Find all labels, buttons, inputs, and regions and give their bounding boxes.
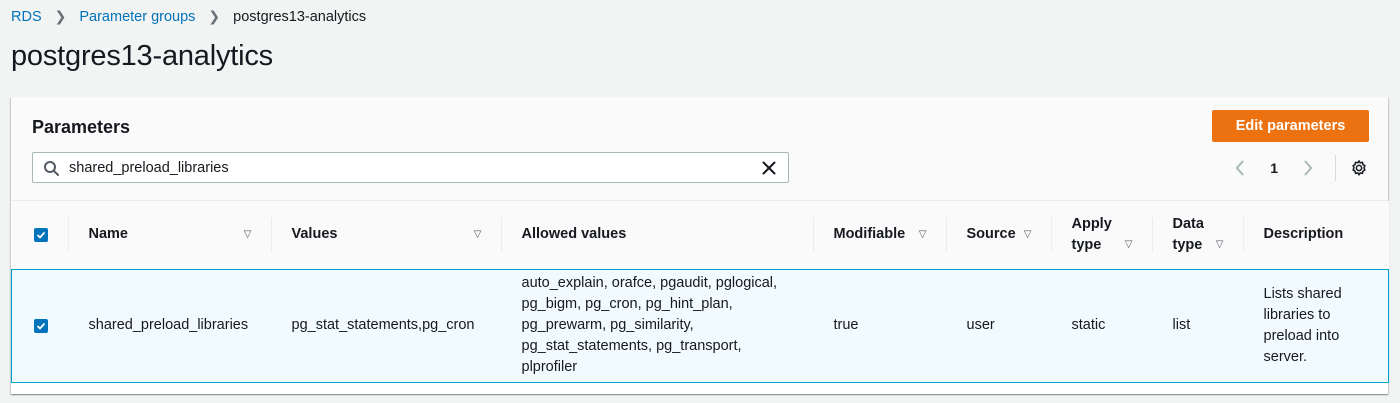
breadcrumb: RDS ❯ Parameter groups ❯ postgres13-anal…: [11, 8, 366, 25]
panel-header: Parameters Edit parameters shared_preloa…: [11, 97, 1388, 201]
close-icon[interactable]: [761, 160, 777, 176]
table-row[interactable]: shared_preload_libraries pg_stat_stateme…: [11, 268, 1389, 383]
cell-allowed-values: auto_explain, orafce, pgaudit, pglogical…: [501, 268, 814, 383]
search-value[interactable]: shared_preload_libraries: [69, 160, 761, 176]
select-all-cell: [11, 201, 69, 270]
column-header-allowed-values: Allowed values: [501, 201, 814, 270]
column-header-source[interactable]: Source ▽: [946, 201, 1052, 270]
column-header-apply-type[interactable]: Apply type ▽: [1051, 201, 1153, 270]
table-header-row: Name ▽ Values ▽ Allowed values Modifiable ▽…: [11, 201, 1389, 270]
breadcrumb-current: postgres13-analytics: [233, 8, 367, 25]
column-header-name[interactable]: Name ▽: [68, 201, 272, 270]
column-header-modifiable[interactable]: Modifiable ▽: [813, 201, 947, 270]
row-select-cell: [11, 268, 69, 383]
pagination: 1: [1233, 155, 1368, 181]
search-input[interactable]: shared_preload_libraries: [32, 152, 789, 183]
select-all-checkbox[interactable]: [33, 227, 48, 242]
column-header-data-type[interactable]: Data type ▽: [1152, 201, 1244, 270]
breadcrumb-link-rds[interactable]: RDS: [11, 9, 42, 25]
cell-name: shared_preload_libraries: [68, 268, 272, 383]
checkmark-icon: [36, 322, 46, 330]
chevron-right-icon: ❯: [208, 8, 221, 24]
caret-down-icon: ▽: [473, 229, 482, 241]
edit-parameters-button[interactable]: Edit parameters: [1212, 110, 1369, 142]
cell-modifiable: true: [813, 268, 947, 383]
caret-down-icon: ▽: [1124, 239, 1133, 251]
caret-down-icon: ▽: [918, 229, 927, 241]
cell-data-type: list: [1152, 268, 1244, 383]
caret-down-icon: ▽: [1023, 229, 1032, 241]
cell-apply-type: static: [1051, 268, 1153, 383]
chevron-right-icon: ❯: [54, 8, 67, 24]
panel-title: Parameters: [32, 117, 131, 137]
cell-values: pg_stat_statements,pg_cron: [271, 268, 502, 383]
cell-description: Lists shared libraries to preload into s…: [1243, 268, 1389, 383]
column-header-values[interactable]: Values ▽: [271, 201, 502, 270]
column-header-description: Description: [1243, 201, 1389, 270]
parameters-panel: Parameters Edit parameters shared_preloa…: [11, 97, 1389, 394]
search-icon: [44, 160, 59, 176]
gear-icon[interactable]: [1350, 159, 1368, 177]
breadcrumb-link-parameter-groups[interactable]: Parameter groups: [79, 9, 195, 25]
chevron-left-icon[interactable]: [1233, 159, 1247, 177]
chevron-right-icon[interactable]: [1301, 159, 1315, 177]
row-checkbox[interactable]: [34, 318, 48, 333]
parameters-table: Name ▽ Values ▽ Allowed values Modifiable ▽…: [11, 201, 1389, 383]
page-number[interactable]: 1: [1270, 160, 1278, 176]
page-title: postgres13-analytics: [11, 40, 273, 72]
caret-down-icon: ▽: [1215, 239, 1224, 251]
cell-source: user: [946, 268, 1052, 383]
caret-down-icon: ▽: [243, 229, 252, 241]
checkmark-icon: [36, 231, 45, 239]
pager-divider: [1335, 155, 1336, 181]
